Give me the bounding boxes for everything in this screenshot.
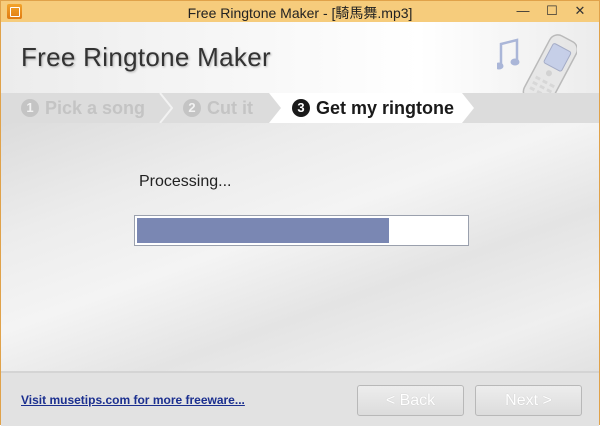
close-icon[interactable]: ✕: [565, 1, 595, 21]
app-window: Free Ringtone Maker - [騎馬舞.mp3] — ☐ ✕ Fr…: [0, 0, 600, 426]
app-title: Free Ringtone Maker: [21, 42, 271, 72]
status-text: Processing...: [139, 173, 232, 190]
freeware-link[interactable]: Visit musetips.com for more freeware...: [21, 393, 245, 407]
progress-fill: [137, 218, 389, 243]
minimize-icon[interactable]: —: [509, 1, 537, 21]
step-label: Pick a song: [45, 98, 146, 118]
step-label: Get my ringtone: [316, 98, 455, 118]
step-number: 2: [183, 99, 201, 117]
main-content: Processing...: [1, 123, 599, 371]
step-chevron: [159, 93, 173, 123]
step-number: 1: [21, 99, 39, 117]
progress-track: [137, 218, 466, 243]
step-pick-a-song: 1 Pick a song: [21, 93, 145, 123]
music-note-icon: [497, 38, 520, 70]
next-button[interactable]: Next >: [475, 385, 582, 416]
footer-bar: Visit musetips.com for more freeware... …: [1, 371, 599, 426]
header-banner: Free Ringtone Maker: [1, 22, 599, 107]
step-cut-it: 2 Cut it: [183, 93, 253, 123]
maximize-icon[interactable]: ☐: [538, 1, 566, 21]
step-label: Cut it: [207, 98, 253, 118]
step-number: 3: [292, 99, 310, 117]
progress-bar: [134, 215, 469, 246]
back-button[interactable]: < Back: [357, 385, 464, 416]
step-get-my-ringtone: 3 Get my ringtone: [292, 93, 454, 123]
title-bar[interactable]: Free Ringtone Maker - [騎馬舞.mp3] — ☐ ✕: [1, 1, 599, 22]
